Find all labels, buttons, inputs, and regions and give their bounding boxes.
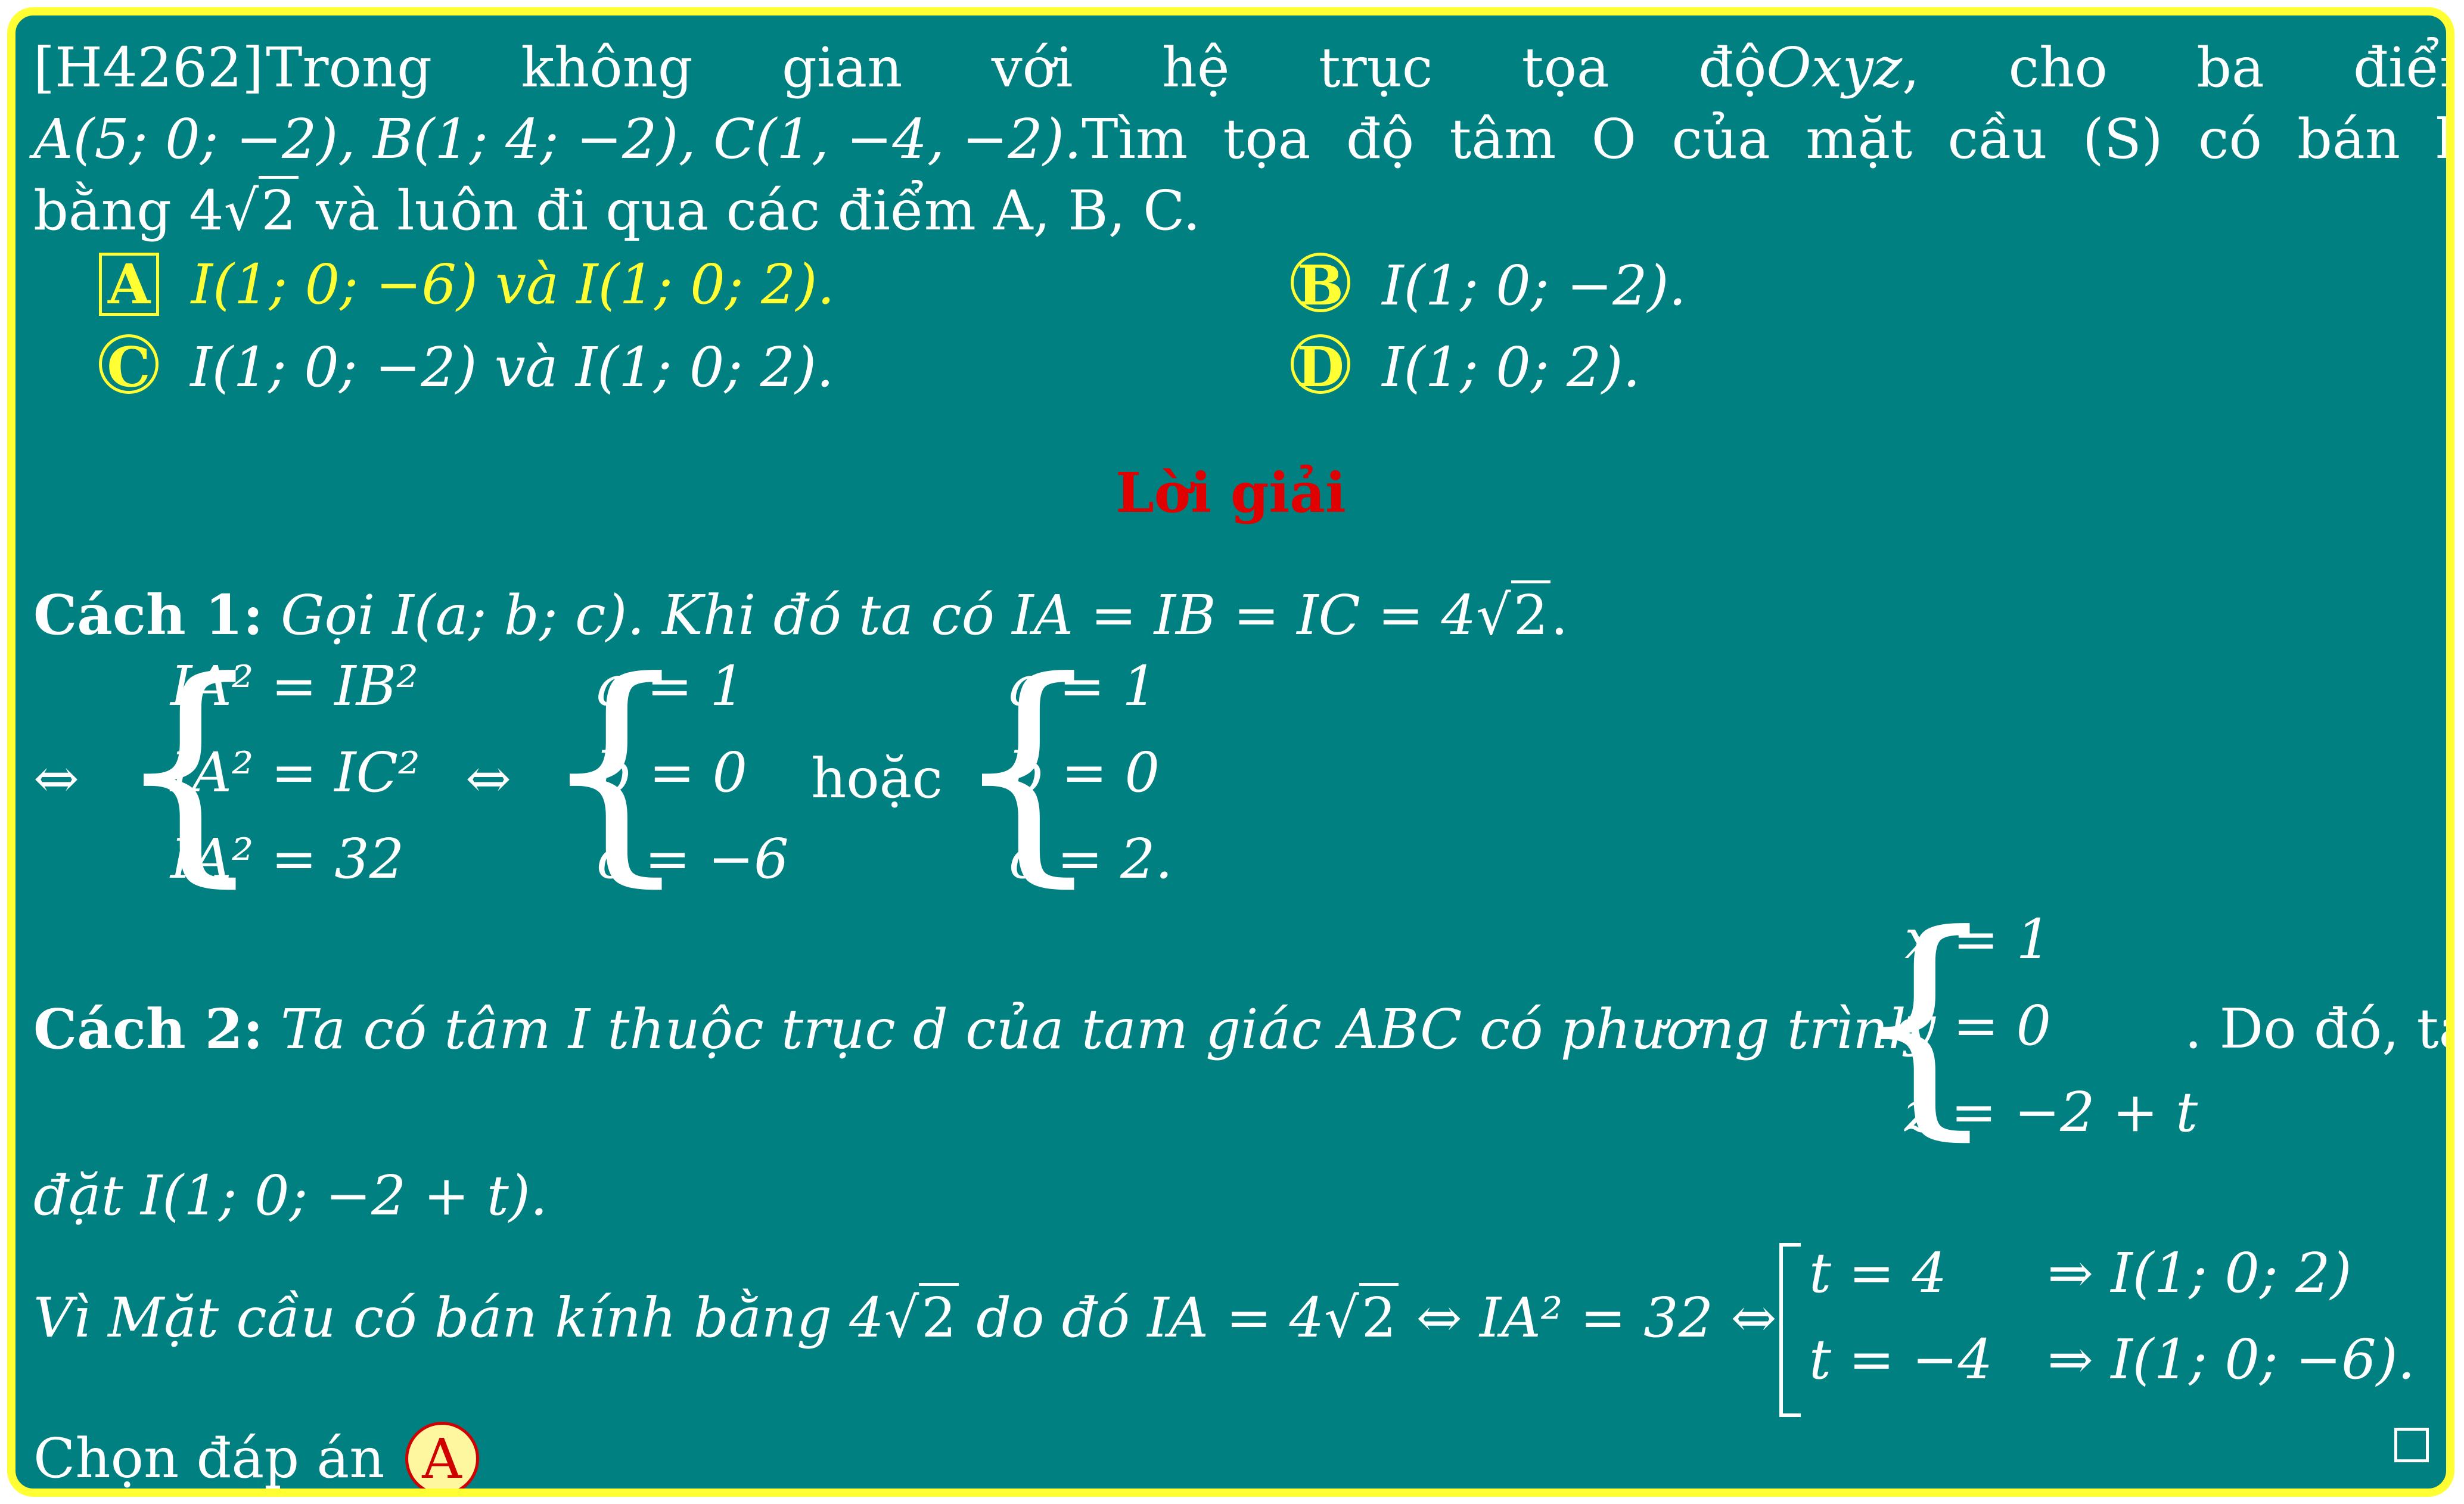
sqrt-symbol: √: [1324, 1286, 1359, 1350]
qed-square-icon: [2394, 1428, 2429, 1462]
option-d[interactable]: D I(1; 0; 2).: [1291, 334, 1640, 397]
line3-prefix: Vì Mặt cầu có bán kính bằng 4: [33, 1286, 884, 1350]
cases-bracket: [1779, 1243, 1801, 1417]
answer-line: Chọn đáp án A: [33, 1422, 479, 1490]
sys3-eq3: c = 2.: [1009, 827, 1173, 891]
sqrt-symbol: √: [1476, 583, 1511, 647]
sys4-eq2: y = 0: [1904, 994, 2052, 1058]
sys4-eq3: z = −2 + t: [1904, 1080, 2198, 1144]
method2-text: Ta có tâm I thuộc trục d của tam giác AB…: [281, 998, 1924, 1061]
sys3-eq2: b = 0: [1009, 741, 1160, 804]
sys1-eq2: IA² = IC²: [170, 741, 420, 804]
option-b[interactable]: B I(1; 0; −2).: [1291, 253, 1686, 315]
sys2-eq3: c = −6: [596, 827, 789, 891]
option-d-label: D: [1291, 334, 1350, 397]
sys3-eq1: a = 1: [1009, 654, 1157, 718]
question-id: [H4262]: [33, 36, 264, 100]
sys4-eq1: x = 1: [1904, 908, 2051, 971]
option-c-label: C: [99, 334, 159, 397]
method1-radicand: 2: [1511, 580, 1551, 647]
line3-radicand: 2: [919, 1283, 959, 1350]
given-points: A(5; 0; −2), B(1; 4; −2), C(1, −4, −2).: [33, 107, 1082, 171]
iff-symbol-1: ⇔: [33, 747, 80, 810]
case1-result: ⇒ I(1; 0; 2): [2047, 1241, 2352, 1305]
case1-cond: t = 4: [1809, 1241, 1947, 1305]
answer-prefix: Chọn đáp án: [33, 1427, 385, 1490]
line3-radicand-2: 2: [1359, 1283, 1399, 1350]
method1-text: Gọi I(a; b; c). Khi đó ta có IA = IB = I…: [281, 583, 1477, 647]
line3-end: ⇔ IA² = 32 ⇔: [1416, 1286, 1777, 1350]
question-line-2: A(5; 0; −2), B(1; 4; −2), C(1, −4, −2). …: [33, 107, 2446, 171]
sys1-eq1: IA² = IB²: [170, 654, 419, 718]
method1-tail: .: [1551, 583, 1568, 647]
option-d-text: I(1; 0; 2).: [1382, 335, 1640, 399]
question-line-1: [H4262] Trong không gian với hệ trục tọa…: [33, 36, 2446, 100]
sys2-eq1: a = 1: [596, 654, 745, 718]
iff-symbol-2: ⇔: [465, 747, 512, 810]
option-a[interactable]: A I(1; 0; −6) và I(1; 0; 2).: [99, 253, 835, 316]
problem-card: [H4262] Trong không gian với hệ trục tọa…: [7, 7, 2454, 1497]
option-b-text: I(1; 0; −2).: [1382, 254, 1686, 318]
given-prefix: , cho ba điểm: [1902, 36, 2454, 100]
radius-radicand: 2: [259, 176, 299, 243]
method2-heading: Cách 2:: [33, 997, 263, 1061]
option-b-label: B: [1291, 253, 1350, 315]
method2-line3: Vì Mặt cầu có bán kính bằng 4√2 do đó IA…: [33, 1283, 1777, 1350]
question-line-3: bằng 4√2 và luôn đi qua các điểm A, B, C…: [33, 176, 1200, 243]
method2-line2: đặt I(1; 0; −2 + t).: [33, 1164, 548, 1228]
question-task: Tìm tọa độ tâm O của mặt cầu (S) có bán …: [1082, 107, 2454, 171]
option-a-label: A: [99, 253, 160, 316]
line3-mid: do đó IA = 4: [976, 1286, 1325, 1350]
sqrt-symbol: √: [223, 179, 259, 243]
method2-line: Cách 2: Ta có tâm I thuộc trục d của tam…: [33, 1002, 1924, 1057]
answer-badge: A: [405, 1422, 479, 1489]
solution-title: Lời giải: [1116, 461, 1346, 525]
method2-after: . Do đó, ta: [2185, 997, 2454, 1061]
question-intro: Trong không gian với hệ trục tọa độ: [266, 36, 1767, 100]
radius-suffix: và luôn đi qua các điểm A, B, C.: [316, 179, 1201, 243]
case2-result: ⇒ I(1; 0; −6).: [2047, 1328, 2415, 1391]
sys1-eq3: IA² = 32: [170, 827, 405, 891]
option-c-text: I(1; 0; −2) và I(1; 0; 2).: [190, 335, 834, 399]
option-c[interactable]: C I(1; 0; −2) và I(1; 0; 2).: [99, 334, 834, 397]
radius-prefix: bằng 4: [33, 179, 224, 243]
case2-cond: t = −4: [1809, 1328, 1993, 1391]
coord-system: Oxyz: [1766, 36, 1903, 100]
or-text: hoặc: [811, 747, 943, 810]
sys2-eq2: b = 0: [596, 741, 747, 804]
sqrt-symbol: √: [884, 1286, 919, 1350]
option-a-text: I(1; 0; −6) và I(1; 0; 2).: [191, 253, 835, 316]
